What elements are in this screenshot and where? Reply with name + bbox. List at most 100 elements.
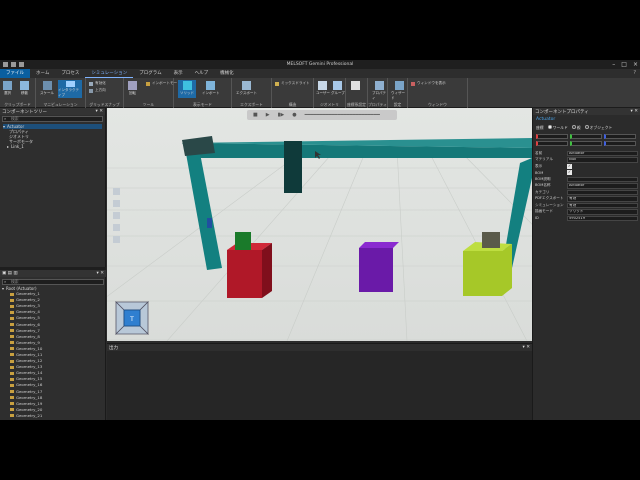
coord-button[interactable] — [351, 81, 360, 91]
folder-icon — [10, 402, 14, 406]
step-icon[interactable]: ▮▶ — [278, 112, 285, 118]
view-side-icon[interactable] — [113, 212, 120, 219]
property-key: シミュレーション — [535, 202, 564, 207]
panel-close-icon[interactable]: ▾ ✕ — [97, 271, 104, 276]
rotation-z-input[interactable] — [604, 141, 636, 146]
slider-carriage[interactable] — [284, 141, 302, 193]
property-value-input[interactable]: 有効 — [567, 202, 638, 208]
menu-simulation[interactable]: シミュレーション — [85, 69, 134, 78]
property-checkbox[interactable]: ✓ — [567, 170, 572, 176]
lime-box[interactable] — [463, 244, 512, 296]
menu-home[interactable]: ホーム — [30, 69, 55, 78]
property-value-input[interactable]: Actuator — [567, 183, 638, 189]
group-clipboard: 選択 移動 クリップボード — [0, 78, 36, 108]
red-box[interactable] — [227, 250, 262, 298]
up-direction-toggle[interactable]: 上方向 — [89, 88, 106, 93]
menu-help[interactable]: ヘルプ — [189, 69, 215, 78]
properties-pin-icon[interactable]: ▾ ✕ — [631, 109, 638, 114]
property-checkbox[interactable]: ✓ — [567, 163, 572, 169]
group-structure: ミックスドライト 構造 — [272, 78, 314, 108]
solid-button[interactable]: ソリッド — [178, 80, 196, 98]
rotation-y-input[interactable] — [570, 141, 602, 146]
menu-mechanization[interactable]: 機械化 — [214, 69, 240, 78]
properties-button[interactable]: プロパティ — [372, 81, 387, 101]
select-button[interactable]: 選択 — [3, 81, 12, 96]
group-display-mode: ソリッド インポート 表示モード — [174, 78, 232, 108]
search-icon: ⌕ — [4, 116, 7, 121]
user-button[interactable]: ユーザー — [316, 81, 330, 96]
play-icon[interactable]: ▶ — [266, 112, 270, 118]
property-value-input[interactable]: Actuator — [567, 150, 638, 156]
geometry-search-input[interactable]: ⌕ 検索 — [2, 279, 104, 285]
menu-program[interactable]: プログラム — [133, 69, 167, 78]
scene-canvas[interactable] — [107, 108, 532, 341]
view-iso-icon[interactable] — [113, 224, 120, 231]
property-row: マテリアル Null — [533, 157, 640, 164]
folder-icon — [10, 341, 14, 345]
property-value-input[interactable]: 5902519 — [567, 215, 638, 221]
menu-view[interactable]: 表示 — [168, 69, 189, 78]
property-value-input[interactable]: ソリッド — [567, 209, 638, 215]
view-front-icon[interactable] — [113, 188, 120, 195]
help-icon[interactable]: ? — [633, 70, 636, 76]
pin-icon[interactable]: ▾ ✕ — [96, 109, 103, 114]
property-row: 描画モード ソリッド — [533, 209, 640, 216]
mixed-light-item[interactable]: ミックスドライト — [275, 81, 310, 86]
group-button[interactable]: グループ — [331, 81, 345, 96]
interactive-button[interactable]: インタラクティブ — [58, 80, 82, 98]
move-button[interactable]: 移動 — [20, 81, 29, 96]
coord-object-radio[interactable]: オブジェクト — [584, 125, 612, 131]
rotate-button[interactable]: 回転 — [128, 81, 137, 96]
zoom-fit-icon[interactable] — [113, 236, 120, 243]
property-value-input[interactable] — [567, 189, 638, 195]
menu-process[interactable]: プロセス — [55, 69, 85, 78]
folder-icon — [10, 310, 14, 314]
coord-parent-radio[interactable]: 親 — [571, 125, 581, 131]
view-top-icon[interactable] — [113, 200, 120, 207]
import-button[interactable]: インポート — [202, 81, 220, 96]
wizard-button[interactable]: ウィザード — [391, 81, 407, 101]
folder-icon — [10, 298, 14, 302]
geometry-label: Geometry_8 — [16, 333, 40, 339]
geometry-label: Geometry_20 — [16, 406, 43, 412]
coord-world-radio[interactable]: ワールド — [547, 125, 568, 131]
position-x-input[interactable] — [536, 134, 568, 139]
position-z-input[interactable] — [604, 134, 636, 139]
maximize-icon[interactable]: □ — [621, 61, 627, 68]
3d-viewport[interactable]: ■ ▶ ▮▶ ● ━━━━━━━━━━━━━━━━━━━━━━━━━ T — [107, 108, 532, 341]
folder-icon — [10, 335, 14, 339]
minimize-icon[interactable]: – — [612, 61, 615, 68]
show-window-item[interactable]: ウィンドウを表示 — [411, 81, 446, 86]
rotation-fields — [533, 140, 640, 147]
property-key: 表示 — [535, 163, 543, 168]
rotate-icon — [128, 81, 137, 90]
property-key: BOM名称 — [535, 183, 551, 188]
property-value-input[interactable] — [567, 176, 638, 182]
green-block[interactable] — [235, 232, 251, 250]
property-key: PDFエクスポート — [535, 196, 564, 201]
geometry-label: Geometry_6 — [16, 321, 40, 327]
stop-icon[interactable]: ■ — [253, 112, 258, 118]
position-y-input[interactable] — [570, 134, 602, 139]
rotation-x-input[interactable] — [536, 141, 568, 146]
window-icon — [411, 81, 415, 86]
geometry-label: Geometry_16 — [16, 382, 43, 388]
property-value-input[interactable]: 有効 — [567, 196, 638, 202]
scale-button[interactable]: スケール — [40, 81, 54, 96]
view-cube-icon[interactable]: T — [112, 298, 152, 338]
timeline-slider[interactable]: ━━━━━━━━━━━━━━━━━━━━━━━━━ — [305, 112, 380, 118]
property-value-input[interactable]: Null — [567, 157, 638, 163]
search-input[interactable]: ⌕ 検索 — [2, 116, 103, 122]
menu-file[interactable]: ファイル — [0, 69, 30, 78]
export-button[interactable]: エクスポート — [236, 81, 257, 96]
tree-item-link[interactable]: ▸ Link_1 — [3, 144, 102, 149]
gantry-left-leg[interactable] — [185, 148, 222, 270]
output-pin-icon[interactable]: ▾ ✕ — [523, 345, 530, 350]
gray-block[interactable] — [482, 232, 500, 248]
purple-box[interactable] — [359, 248, 393, 292]
record-icon[interactable]: ● — [292, 112, 296, 118]
close-icon[interactable]: × — [633, 61, 638, 68]
sensor-block — [207, 218, 212, 228]
grid-toggle[interactable]: 有効化 — [89, 81, 106, 86]
letterbox-top — [0, 0, 640, 60]
